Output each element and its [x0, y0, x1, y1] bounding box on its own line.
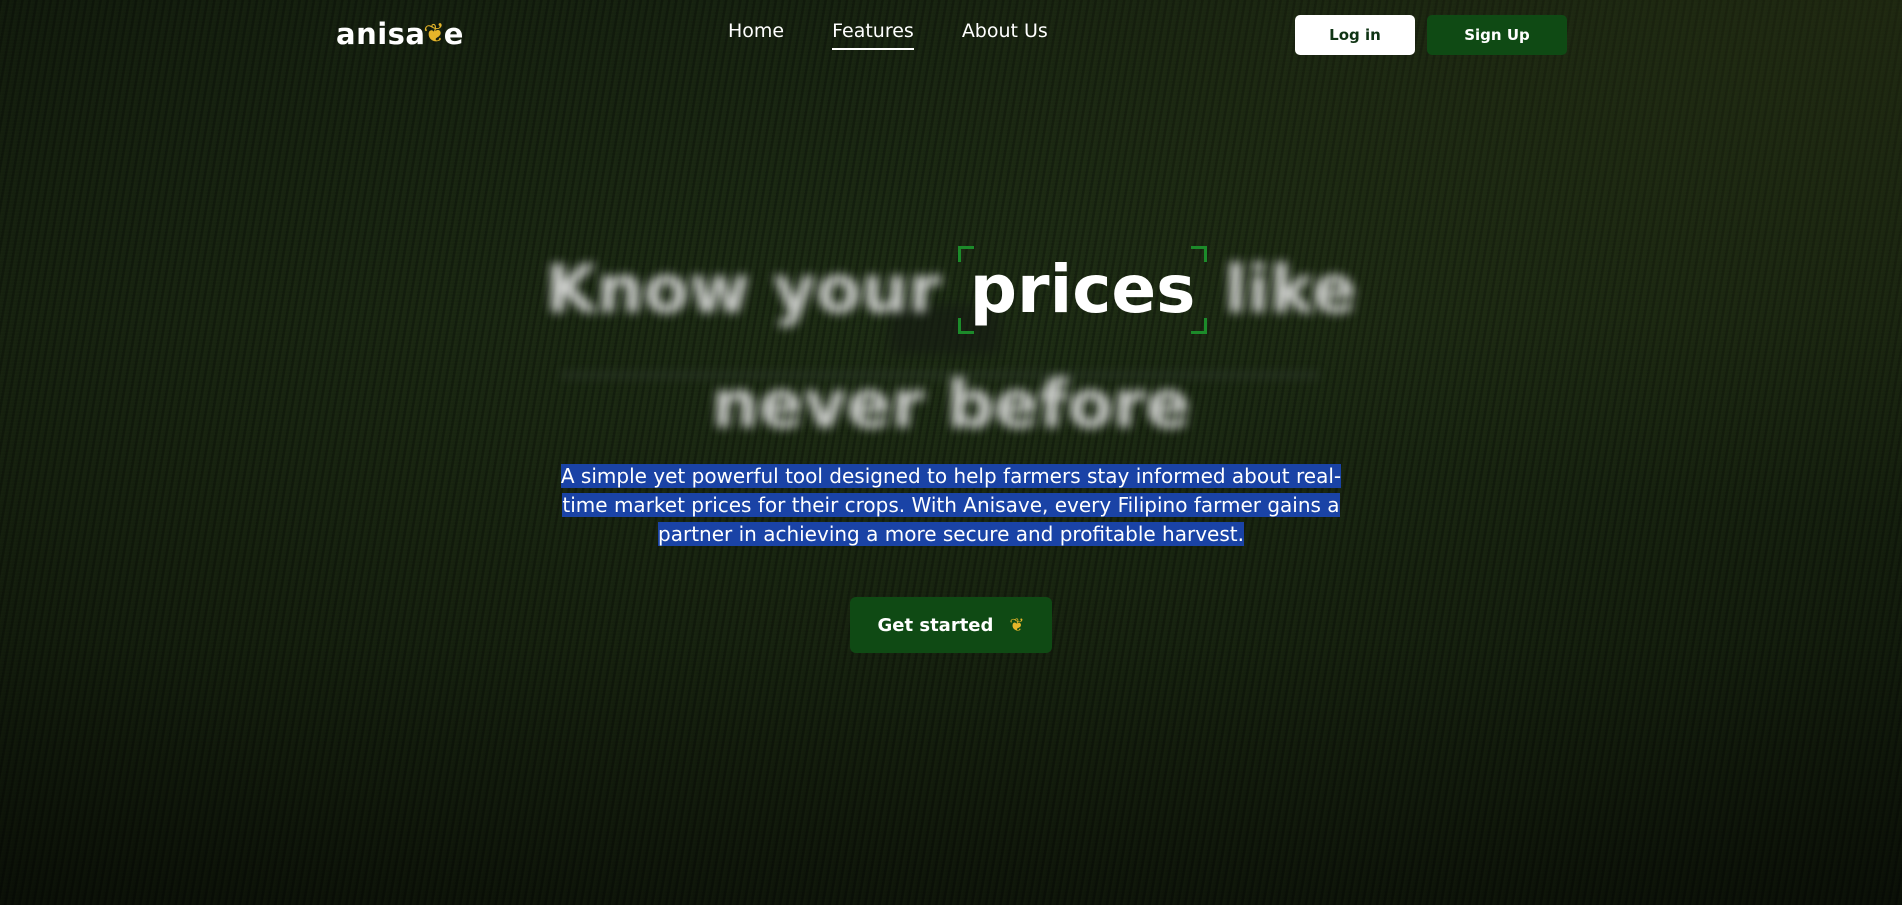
headline-line-two: never before [711, 366, 1191, 443]
get-started-button[interactable]: Get started ❦ [850, 597, 1052, 653]
headline-focus-word: prices [957, 246, 1208, 334]
hero-description-text: A simple yet powerful tool designed to h… [560, 464, 1342, 546]
nav-link-features[interactable]: Features [832, 20, 914, 50]
focus-corner-top-right [1191, 246, 1208, 262]
get-started-label: Get started [877, 614, 994, 636]
brand-logo[interactable]: anisa ❦ e [336, 14, 464, 54]
wheat-icon: ❦ [421, 17, 448, 51]
hero-background [0, 0, 1902, 905]
nav-link-about-us[interactable]: About Us [962, 20, 1048, 50]
nav-link-home[interactable]: Home [728, 20, 784, 50]
signup-button[interactable]: Sign Up [1427, 15, 1567, 55]
headline-after: like [1224, 251, 1357, 328]
headline-before: Know your [545, 251, 941, 328]
hero-headline: Know your prices like [0, 246, 1902, 334]
focus-corner-top-left [957, 246, 974, 262]
focus-corner-bottom-right [1191, 318, 1208, 334]
navbar: anisa ❦ e Home Features About Us Log in Si… [0, 0, 1902, 70]
brand-name-prefix: anisa [336, 17, 426, 51]
focus-corner-bottom-left [957, 318, 974, 334]
hero-description: A simple yet powerful tool designed to h… [551, 462, 1351, 549]
login-button[interactable]: Log in [1295, 15, 1415, 55]
nav-links: Home Features About Us [728, 20, 1048, 50]
headline-focus-text: prices [969, 251, 1196, 328]
wheat-icon: ❦ [1009, 614, 1025, 636]
